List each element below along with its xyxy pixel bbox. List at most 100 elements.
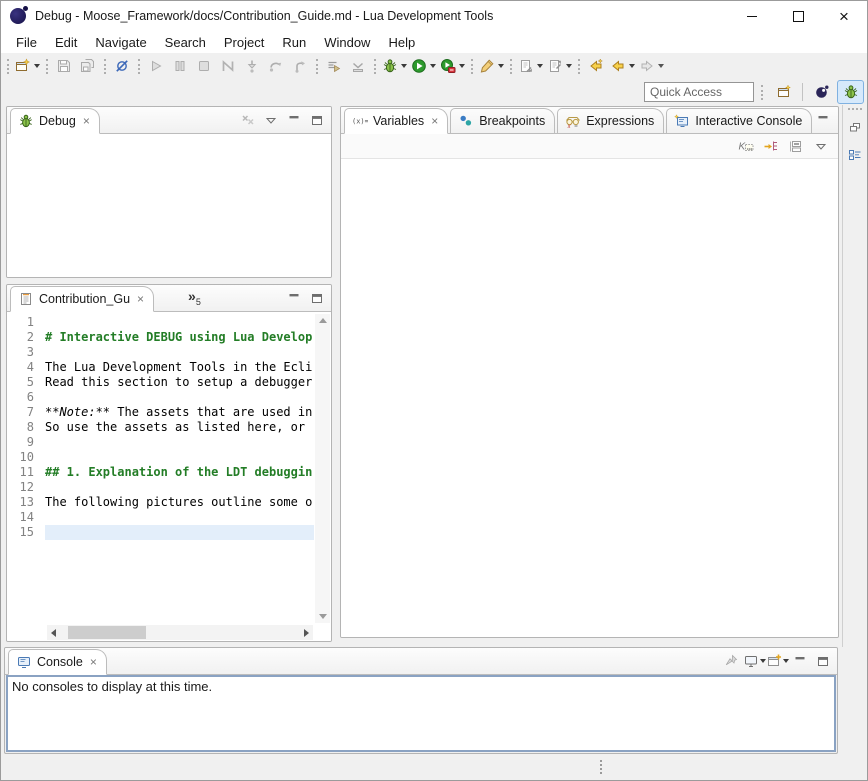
- resume-button[interactable]: [144, 55, 168, 77]
- show-type-names-button[interactable]: K: [737, 138, 755, 154]
- toolbar-drag-handle[interactable]: [510, 59, 512, 74]
- tab-variables[interactable]: (x)=Variables×: [344, 108, 448, 134]
- editor-line: 8So use the assets as listed here, or: [7, 420, 314, 435]
- tab-console[interactable]: Console×: [8, 649, 107, 675]
- debug-perspective-button[interactable]: [837, 80, 864, 104]
- save-all-button[interactable]: [76, 55, 100, 77]
- close-tab-icon[interactable]: ×: [90, 655, 97, 669]
- collapse-all-button[interactable]: [787, 138, 805, 154]
- open-console-button[interactable]: [768, 653, 786, 669]
- menu-navigate[interactable]: Navigate: [86, 33, 155, 52]
- back-button[interactable]: [608, 55, 637, 77]
- tab-breakpoints[interactable]: Breakpoints: [450, 108, 555, 134]
- lua-perspective-button[interactable]: [808, 80, 835, 104]
- menu-file[interactable]: File: [7, 33, 46, 52]
- forward-dropdown-arrow[interactable]: [658, 64, 664, 68]
- menu-search[interactable]: Search: [156, 33, 215, 52]
- menu-project[interactable]: Project: [215, 33, 273, 52]
- minimize-view-button[interactable]: [791, 653, 809, 669]
- save-button[interactable]: [52, 55, 76, 77]
- close-window-button[interactable]: ×: [821, 1, 867, 31]
- open-console-dropdown-arrow[interactable]: [783, 659, 789, 663]
- skip-all-breakpoints-button[interactable]: [110, 55, 134, 77]
- close-tab-icon[interactable]: ×: [83, 114, 90, 128]
- next-annotation-dropdown-arrow[interactable]: [537, 64, 543, 68]
- tab-debug[interactable]: Debug×: [10, 108, 100, 134]
- toolbar-drag-handle[interactable]: [374, 59, 376, 74]
- minimize-view-button[interactable]: [814, 112, 832, 128]
- maximize-view-button[interactable]: [814, 653, 832, 669]
- display-selected-console-button[interactable]: [745, 653, 763, 669]
- trim-drag-handle[interactable]: [848, 108, 862, 110]
- minimize-window-button[interactable]: [729, 1, 775, 31]
- minimize-view-button[interactable]: [285, 112, 303, 128]
- toolbar-drag-handle[interactable]: [761, 85, 763, 100]
- terminate-button[interactable]: [192, 55, 216, 77]
- drop-to-frame-button[interactable]: [346, 55, 370, 77]
- minimize-view-button[interactable]: [285, 290, 303, 306]
- coverage-dropdown-arrow[interactable]: [459, 64, 465, 68]
- sash-handle[interactable]: [600, 760, 604, 774]
- menu-help[interactable]: Help: [379, 33, 424, 52]
- scrollbar-thumb[interactable]: [68, 626, 146, 639]
- tab-contribution-gu[interactable]: Contribution_Gu×: [10, 286, 154, 312]
- run-dropdown-arrow[interactable]: [430, 64, 436, 68]
- debug-button[interactable]: [380, 55, 409, 77]
- quick-access-input[interactable]: [644, 82, 754, 102]
- scroll-down-arrow[interactable]: [319, 614, 327, 619]
- last-edit-location-button[interactable]: [584, 55, 608, 77]
- back-dropdown-arrow[interactable]: [629, 64, 635, 68]
- view-menu-button[interactable]: [812, 138, 830, 154]
- toolbar-drag-handle[interactable]: [578, 59, 580, 74]
- external-tools-dropdown-arrow[interactable]: [498, 64, 504, 68]
- next-annotation-button[interactable]: [516, 55, 545, 77]
- use-step-filters-button[interactable]: [322, 55, 346, 77]
- external-tools-button[interactable]: [477, 55, 506, 77]
- menu-run[interactable]: Run: [273, 33, 315, 52]
- previous-annotation-dropdown-arrow[interactable]: [566, 64, 572, 68]
- suspend-button[interactable]: [168, 55, 192, 77]
- toolbar-drag-handle[interactable]: [46, 59, 48, 74]
- view-menu-button[interactable]: [262, 112, 280, 128]
- close-tab-icon[interactable]: ×: [137, 292, 144, 306]
- maximize-window-button[interactable]: [775, 1, 821, 31]
- show-logical-structure-button[interactable]: [762, 138, 780, 154]
- step-return-button[interactable]: [288, 55, 312, 77]
- previous-annotation-button[interactable]: [545, 55, 574, 77]
- toolbar-drag-handle[interactable]: [316, 59, 318, 74]
- toolbar-drag-handle[interactable]: [7, 59, 9, 74]
- maximize-view-button[interactable]: [837, 112, 839, 128]
- menu-window[interactable]: Window: [315, 33, 379, 52]
- close-tab-icon[interactable]: ×: [431, 114, 438, 128]
- hidden-editors-chevron[interactable]: »5: [188, 288, 201, 307]
- step-over-button[interactable]: [264, 55, 288, 77]
- toolbar-drag-handle[interactable]: [138, 59, 140, 74]
- step-into-button[interactable]: [240, 55, 264, 77]
- remove-all-terminated-button[interactable]: [239, 112, 257, 128]
- right-trim: [842, 105, 867, 647]
- debug-dropdown-arrow[interactable]: [401, 64, 407, 68]
- open-perspective-button[interactable]: [770, 80, 797, 104]
- minimized-outline-view-button[interactable]: [845, 146, 865, 164]
- scroll-right-arrow[interactable]: [304, 629, 309, 637]
- tab-interactive-console[interactable]: Interactive Console: [666, 108, 812, 134]
- maximize-view-button[interactable]: [308, 112, 326, 128]
- tab-expressions[interactable]: x=Expressions: [557, 108, 664, 134]
- forward-button[interactable]: [637, 55, 666, 77]
- maximize-view-button[interactable]: [308, 290, 326, 306]
- disconnect-button[interactable]: [216, 55, 240, 77]
- coverage-button[interactable]: [438, 55, 467, 77]
- scroll-left-arrow[interactable]: [51, 629, 56, 637]
- pin-console-button[interactable]: [722, 653, 740, 669]
- toolbar-drag-handle[interactable]: [104, 59, 106, 74]
- new-wizard-button[interactable]: [13, 55, 42, 77]
- menu-edit[interactable]: Edit: [46, 33, 86, 52]
- editor-text-area[interactable]: 12# Interactive DEBUG using Lua Develop3…: [7, 315, 314, 624]
- new-wizard-dropdown-arrow[interactable]: [34, 64, 40, 68]
- toolbar-drag-handle[interactable]: [471, 59, 473, 74]
- editor-vertical-scrollbar[interactable]: [315, 314, 330, 623]
- run-button[interactable]: [409, 55, 438, 77]
- scroll-up-arrow[interactable]: [319, 318, 327, 323]
- restore-minimized-view-button[interactable]: [845, 119, 865, 137]
- editor-horizontal-scrollbar[interactable]: [47, 625, 313, 640]
